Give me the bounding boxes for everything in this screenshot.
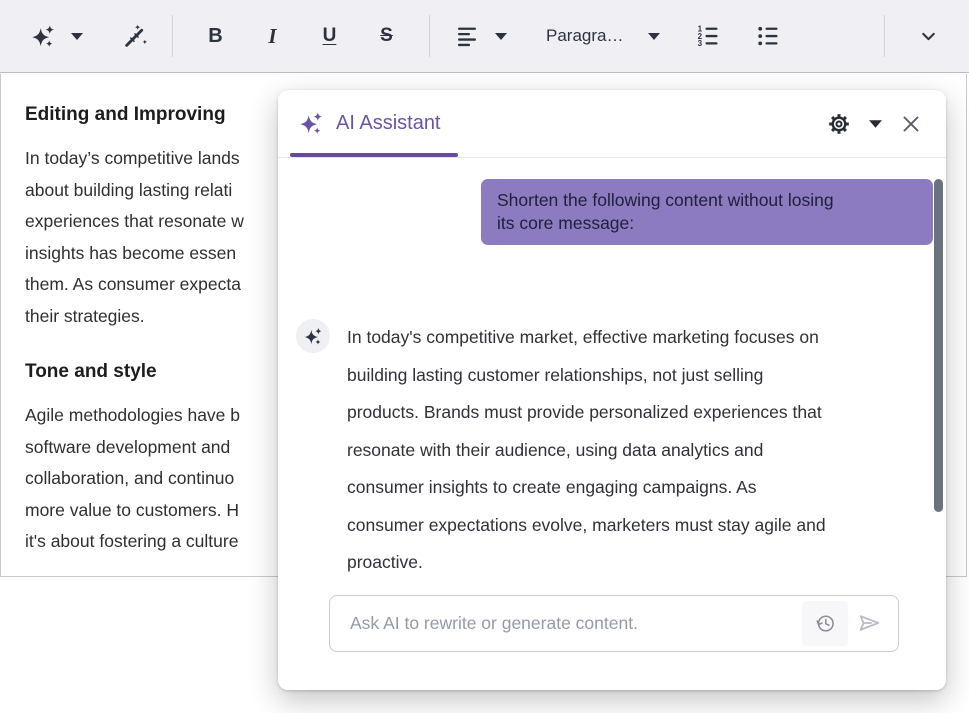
bullet-list-button[interactable] [743, 13, 793, 59]
ai-response: In today's competitive market, effective… [296, 319, 933, 582]
tab-ai-assistant[interactable]: AI Assistant [298, 110, 441, 137]
numbered-list-button[interactable]: 1 2 3 [683, 13, 733, 59]
ai-response-line: proactive. [347, 544, 826, 582]
underline-button[interactable]: U [301, 13, 358, 59]
bullet-list-icon [755, 23, 781, 49]
settings-button[interactable] [827, 112, 851, 136]
strikethrough-button[interactable]: S [358, 13, 415, 59]
caret-down-icon [647, 32, 661, 41]
ai-response-line: consumer expectations evolve, marketers … [347, 507, 826, 545]
magic-wand-icon [122, 23, 149, 50]
format-select[interactable]: Paragra… [534, 13, 673, 59]
numbered-list-icon: 1 2 3 [695, 23, 721, 49]
settings-dropdown-button[interactable] [868, 119, 883, 129]
ai-response-text: In today's competitive market, effective… [347, 319, 826, 582]
close-icon [900, 113, 922, 135]
history-button[interactable] [802, 601, 848, 646]
dialog-actions [827, 112, 922, 136]
ai-input-box [329, 595, 899, 652]
italic-button[interactable]: I [244, 13, 301, 59]
caret-down-icon [494, 32, 508, 41]
toolbar-separator [429, 15, 430, 57]
ai-assistant-dialog: AI Assistant [278, 90, 946, 690]
chat-area: Shorten the following content without lo… [278, 158, 946, 595]
caret-down-icon [70, 32, 84, 41]
gear-icon [827, 112, 851, 136]
sparkles-icon [303, 326, 324, 347]
send-icon [857, 611, 882, 636]
history-icon [814, 612, 837, 635]
editor-toolbar: B I U S Paragra… 1 [0, 0, 969, 73]
ai-response-line: consumer insights to create engaging cam… [347, 469, 826, 507]
dialog-title: AI Assistant [336, 112, 441, 135]
dialog-header: AI Assistant [278, 90, 946, 158]
user-message-line: its core message: [497, 212, 917, 235]
chevron-down-icon [919, 27, 938, 46]
format-select-label: Paragra… [546, 26, 623, 46]
ai-enhance-button[interactable] [112, 13, 158, 59]
scrollbar-thumb[interactable] [934, 179, 943, 512]
user-message-line: Shorten the following content without lo… [497, 189, 917, 212]
ai-response-line: products. Brands must provide personaliz… [347, 394, 826, 432]
toolbar-separator [884, 15, 885, 57]
toolbar-more-button[interactable] [899, 13, 957, 59]
ai-assistant-button[interactable] [20, 13, 94, 59]
ai-response-line: In today's competitive market, effective… [347, 319, 826, 357]
sparkles-icon [30, 23, 57, 50]
dialog-footer [278, 595, 946, 690]
alignment-button[interactable] [444, 13, 518, 59]
close-button[interactable] [900, 113, 922, 135]
user-message-bubble: Shorten the following content without lo… [481, 179, 933, 245]
align-left-icon [454, 23, 480, 49]
ai-response-line: building lasting customer relationships,… [347, 357, 826, 395]
ai-response-line: resonate with their audience, using data… [347, 432, 826, 470]
send-button[interactable] [848, 601, 890, 646]
svg-text:3: 3 [698, 39, 703, 48]
caret-down-icon [868, 119, 883, 129]
sparkles-icon [298, 110, 325, 137]
active-tab-indicator [290, 153, 458, 157]
bold-button[interactable]: B [187, 13, 244, 59]
ai-avatar [296, 319, 330, 353]
toolbar-separator [172, 15, 173, 57]
ai-input[interactable] [348, 612, 802, 635]
